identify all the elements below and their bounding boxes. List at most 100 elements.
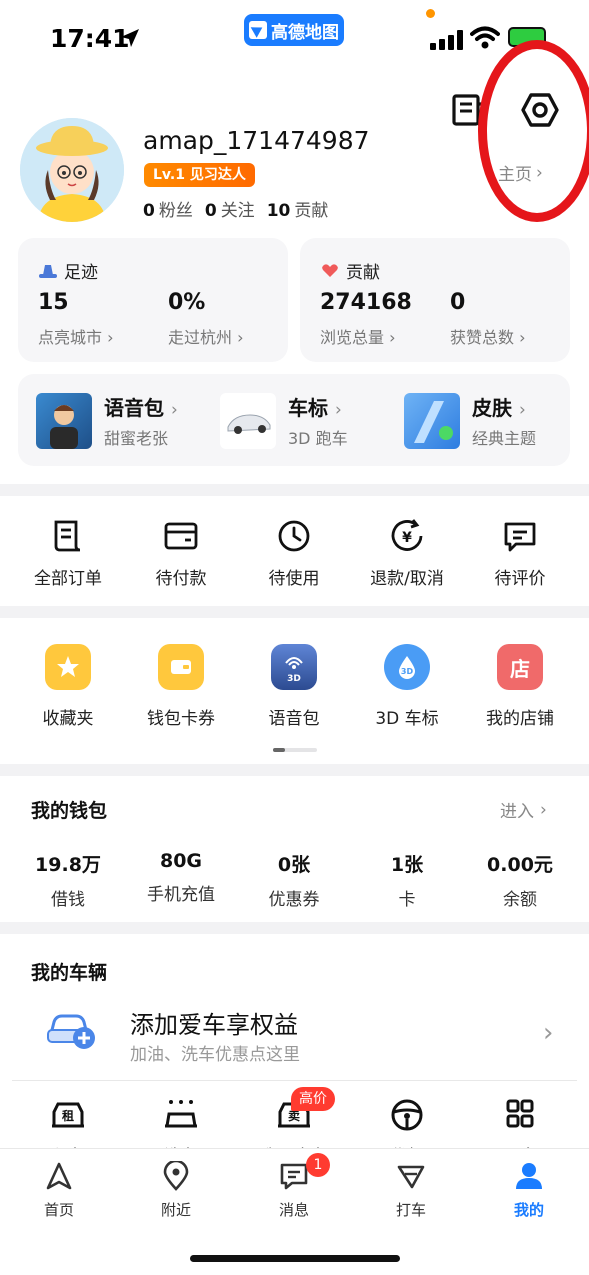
car-wash-icon [165,1100,197,1128]
homepage-link[interactable]: 主页 › [498,160,543,186]
add-car-title[interactable]: 添加爱车享权益 [130,1005,298,1040]
order-all-label: 全部订单 [34,569,102,589]
following-stat[interactable]: 0 关注 [205,196,255,221]
tab-taxi[interactable]: 打车 [366,1161,456,1220]
cities-link[interactable]: 点亮城市 › [38,324,114,348]
chevron-right-icon[interactable]: › [543,1018,553,1048]
settings-icon[interactable] [520,90,560,130]
star-icon [45,644,91,690]
high-price-badge: 高价 [291,1087,335,1111]
battery-icon [508,27,546,47]
skin-feature[interactable]: 皮肤 › 经典主题 [404,392,536,449]
visited-link[interactable]: 走过杭州 › [168,324,244,348]
wallet-loan[interactable]: 19.8万 借钱 [13,850,123,910]
car-logo-thumbnail [220,392,276,449]
order-refund[interactable]: ¥ 退款/取消 [352,518,462,589]
fans-stat[interactable]: 0 粉丝 [143,196,193,221]
grid-icon [506,1099,534,1128]
contrib-stat[interactable]: 10 贡献 [267,196,329,221]
wallet-balance-label: 余额 [503,890,537,910]
wallet-cards[interactable]: 1张卡 [352,850,462,910]
home-indicator[interactable] [190,1255,400,1262]
message-count-badge: 1 [306,1153,330,1177]
voice-3d-icon: 3D [271,644,317,690]
chevron-right-icon: › [518,400,526,420]
tab-messages-label: 消息 [278,1201,309,1219]
wallet-phone-topup[interactable]: 80G 手机充值 [126,850,236,905]
order-refund-label: 退款/取消 [370,569,444,589]
section-divider [0,606,589,618]
svg-text:¥: ¥ [402,530,412,546]
heart-hand-icon [322,263,338,277]
tab-me[interactable]: 我的 [484,1161,574,1220]
tool-voice-pack[interactable]: 3D 语音包 [234,644,354,729]
status-bar: 17:41 高德地图 [0,0,589,80]
page-indicator-active [273,748,285,752]
contrib-count: 10 [266,201,291,221]
username[interactable]: amap_171474987 [143,126,370,155]
page-indicator [273,748,317,752]
wallet-balance[interactable]: 0.00元 余额 [465,850,575,910]
views-link[interactable]: 浏览总量 › [320,324,396,348]
skin-title: 皮肤 › [472,392,536,421]
homepage-label: 主页 [498,165,532,185]
location-pin-icon [163,1159,189,1191]
skin-subtitle: 经典主题 [472,429,537,448]
tab-home-label: 首页 [43,1201,74,1219]
chevron-right-icon: › [519,328,526,347]
order-to-review[interactable]: 待评价 [465,518,575,589]
avatar[interactable] [20,118,124,222]
fans-label: 粉丝 [158,201,193,221]
tab-taxi-label: 打车 [395,1201,426,1219]
add-car-subtitle: 加油、洗车优惠点这里 [130,1045,300,1065]
level-badge[interactable]: Lv.1 见习达人 [144,163,255,187]
section-divider [0,922,589,934]
wifi-icon [470,26,500,49]
chevron-right-icon: › [107,328,114,347]
steering-wheel-icon [391,1099,423,1131]
privacy-indicator-dot [426,9,435,18]
likes-link[interactable]: 获赞总数 › [450,324,526,348]
tab-home[interactable]: 首页 [14,1161,104,1220]
news-icon[interactable] [450,90,490,130]
wallet-cards-value: 1张 [390,854,424,876]
order-all[interactable]: 全部订单 [13,518,123,589]
following-label: 关注 [220,201,255,221]
skin-title-label: 皮肤 [472,396,512,420]
wallet-coupons[interactable]: 0张 优惠券 [239,850,349,910]
car-logo-feature[interactable]: 车标 › 3D 跑车 [220,392,348,449]
tab-nearby[interactable]: 附近 [131,1159,221,1220]
tool-voice-pack-label: 语音包 [268,709,320,729]
likes-value: 0 [450,290,466,315]
skin-image [414,400,453,443]
add-car-icon[interactable] [46,1008,98,1052]
send-icon [249,21,267,39]
tool-my-shop[interactable]: 店 我的店铺 [460,644,580,729]
voice-pack-image [50,404,78,449]
contribution-title: 贡献 [320,258,380,283]
order-to-use[interactable]: 待使用 [239,518,349,589]
chevron-right-icon: › [334,400,342,420]
order-pending-payment[interactable]: 待付款 [126,518,236,589]
profile-stats: 0 粉丝 0 关注 10 贡献 [143,196,328,221]
contribution-title-label: 贡献 [346,263,380,283]
vehicle-divider [12,1080,577,1081]
app-badge-label: 高德地图 [271,22,339,43]
tool-favorites[interactable]: 收藏夹 [8,644,128,729]
voice-pack-feature[interactable]: 语音包 › 甜蜜老张 [36,392,178,449]
tool-3d-car-logo[interactable]: 3D 3D 车标 [347,644,467,729]
fans-count: 0 [143,201,155,221]
wallet-enter-link[interactable]: 进入 › [500,797,547,823]
back-to-app-badge[interactable]: 高德地图 [244,14,344,46]
user-icon [516,1163,542,1189]
visited-value: 0% [168,290,206,315]
wallet-phone-topup-label: 手机充值 [147,885,215,905]
tool-wallet-cards-label: 钱包卡券 [147,709,215,729]
section-divider [0,764,589,776]
document-icon [54,520,81,552]
wallet-coupons-value: 0张 [277,854,311,876]
order-to-review-label: 待评价 [494,569,546,589]
tool-wallet-cards[interactable]: 钱包卡券 [121,644,241,729]
footprint-title-label: 足迹 [64,263,98,283]
wallet-enter-label: 进入 [500,802,534,822]
